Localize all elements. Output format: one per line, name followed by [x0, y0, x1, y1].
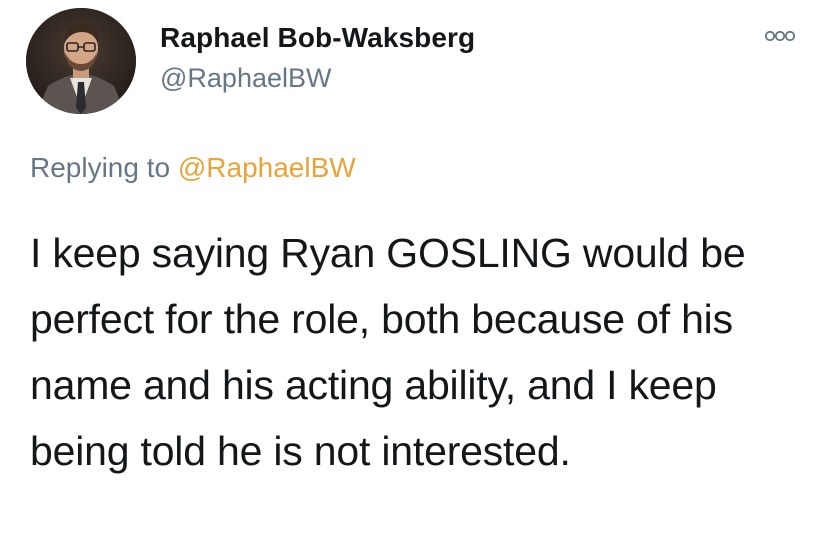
tweet-body-text: I keep saying Ryan GOSLING would be perf… — [30, 230, 746, 474]
replying-to-label: Replying to — [30, 152, 178, 183]
author-handle[interactable]: @RaphaelBW — [160, 63, 331, 94]
more-options-icon — [764, 30, 796, 42]
avatar-photo-icon — [26, 8, 136, 114]
replying-to-mention-link[interactable]: @RaphaelBW — [178, 152, 356, 183]
more-options-button[interactable] — [760, 22, 800, 46]
tweet-card: Raphael Bob-Waksberg @RaphaelBW Replying… — [0, 0, 832, 558]
author-display-name[interactable]: Raphael Bob-Waksberg — [160, 22, 475, 54]
avatar[interactable] — [26, 8, 136, 114]
replying-to-line: Replying to @RaphaelBW — [30, 152, 356, 184]
